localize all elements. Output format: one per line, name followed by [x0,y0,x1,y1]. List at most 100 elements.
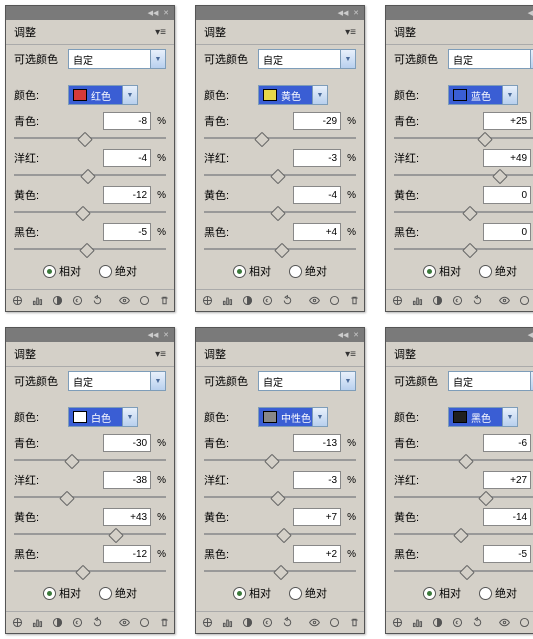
view-prev-icon[interactable] [451,293,464,308]
slider-thumb[interactable] [75,565,91,581]
view-prev-icon[interactable] [451,615,464,630]
slider-track[interactable] [204,454,356,466]
slider-track[interactable] [14,132,166,144]
visibility-icon[interactable] [308,615,321,630]
radio-relative[interactable]: 相对 [43,263,81,279]
levels-icon[interactable] [221,615,234,630]
slider-thumb[interactable] [276,528,292,544]
slider-track[interactable] [204,491,356,503]
mask-icon[interactable] [51,615,64,630]
value-input[interactable] [483,223,531,241]
value-input[interactable] [293,471,341,489]
value-input[interactable] [293,545,341,563]
value-input[interactable] [293,508,341,526]
radio-absolute[interactable]: 绝对 [289,585,327,601]
clip-icon[interactable] [328,293,341,308]
mask-icon[interactable] [241,615,254,630]
radio-absolute[interactable]: 绝对 [99,263,137,279]
mask-icon[interactable] [51,293,64,308]
view-prev-icon[interactable] [71,615,84,630]
slider-track[interactable] [14,169,166,181]
slider-thumb[interactable] [459,565,475,581]
visibility-icon[interactable] [118,293,131,308]
clip-icon[interactable] [138,293,151,308]
radio-absolute[interactable]: 绝对 [289,263,327,279]
radio-absolute[interactable]: 绝对 [479,585,517,601]
value-input[interactable] [293,223,341,241]
chevron-down-icon[interactable]: ▼ [122,408,137,426]
value-input[interactable] [103,223,151,241]
mask-icon[interactable] [241,293,254,308]
value-input[interactable] [483,471,531,489]
radio-relative[interactable]: 相对 [233,585,271,601]
color-select[interactable]: 蓝色▼ [448,85,518,105]
value-input[interactable] [103,186,151,204]
slider-thumb[interactable] [255,132,271,148]
value-input[interactable] [483,508,531,526]
preset-select[interactable]: 自定▼ [258,49,356,69]
levels-icon[interactable] [411,615,424,630]
radio-absolute[interactable]: 绝对 [479,263,517,279]
value-input[interactable] [103,471,151,489]
slider-thumb[interactable] [79,243,95,259]
value-input[interactable] [103,434,151,452]
reset-icon[interactable] [281,293,294,308]
value-input[interactable] [293,186,341,204]
radio-absolute[interactable]: 绝对 [99,585,137,601]
close-icon[interactable]: ✕ [351,8,361,18]
reset-icon[interactable] [91,293,104,308]
slider-thumb[interactable] [479,491,495,507]
slider-track[interactable] [204,528,356,540]
radio-relative[interactable]: 相对 [43,585,81,601]
slider-thumb[interactable] [454,528,470,544]
levels-icon[interactable] [31,293,44,308]
color-select[interactable]: 黑色▼ [448,407,518,427]
levels-icon[interactable] [31,615,44,630]
slider-track[interactable] [394,243,533,255]
slider-track[interactable] [204,206,356,218]
minimize-icon[interactable]: ◀◀ [148,8,158,18]
slider-track[interactable] [394,132,533,144]
slider-track[interactable] [204,169,356,181]
color-select[interactable]: 黄色▼ [258,85,328,105]
selective-color-icon[interactable] [11,293,24,308]
slider-track[interactable] [14,565,166,577]
slider-thumb[interactable] [270,169,286,185]
selective-color-icon[interactable] [201,293,214,308]
slider-track[interactable] [204,132,356,144]
slider-thumb[interactable] [462,206,478,222]
slider-thumb[interactable] [75,206,91,222]
radio-relative[interactable]: 相对 [423,585,461,601]
clip-icon[interactable] [518,615,531,630]
slider-track[interactable] [394,528,533,540]
view-prev-icon[interactable] [261,293,274,308]
trash-icon[interactable] [158,293,171,308]
visibility-icon[interactable] [498,293,511,308]
slider-thumb[interactable] [477,132,493,148]
slider-track[interactable] [14,491,166,503]
visibility-icon[interactable] [498,615,511,630]
slider-thumb[interactable] [264,454,280,470]
chevron-down-icon[interactable]: ▼ [502,408,517,426]
value-input[interactable] [293,434,341,452]
selective-color-icon[interactable] [391,293,404,308]
panel-tab[interactable]: 调整▾≡ [6,342,174,367]
value-input[interactable] [103,545,151,563]
panel-tab[interactable]: 调整▾≡ [6,20,174,45]
minimize-icon[interactable]: ◀◀ [338,330,348,340]
minimize-icon[interactable]: ◀◀ [528,8,533,18]
selective-color-icon[interactable] [391,615,404,630]
slider-thumb[interactable] [459,454,475,470]
value-input[interactable] [293,112,341,130]
chevron-down-icon[interactable]: ▼ [340,50,355,68]
slider-track[interactable] [204,243,356,255]
chevron-down-icon[interactable]: ▼ [312,408,327,426]
value-input[interactable] [483,186,531,204]
panel-tab[interactable]: 调整▾≡ [196,342,364,367]
slider-thumb[interactable] [80,169,96,185]
panel-menu-icon[interactable]: ▾≡ [345,27,356,38]
preset-select[interactable]: 自定▼ [258,371,356,391]
panel-menu-icon[interactable]: ▾≡ [345,349,356,360]
value-input[interactable] [483,112,531,130]
slider-thumb[interactable] [462,243,478,259]
